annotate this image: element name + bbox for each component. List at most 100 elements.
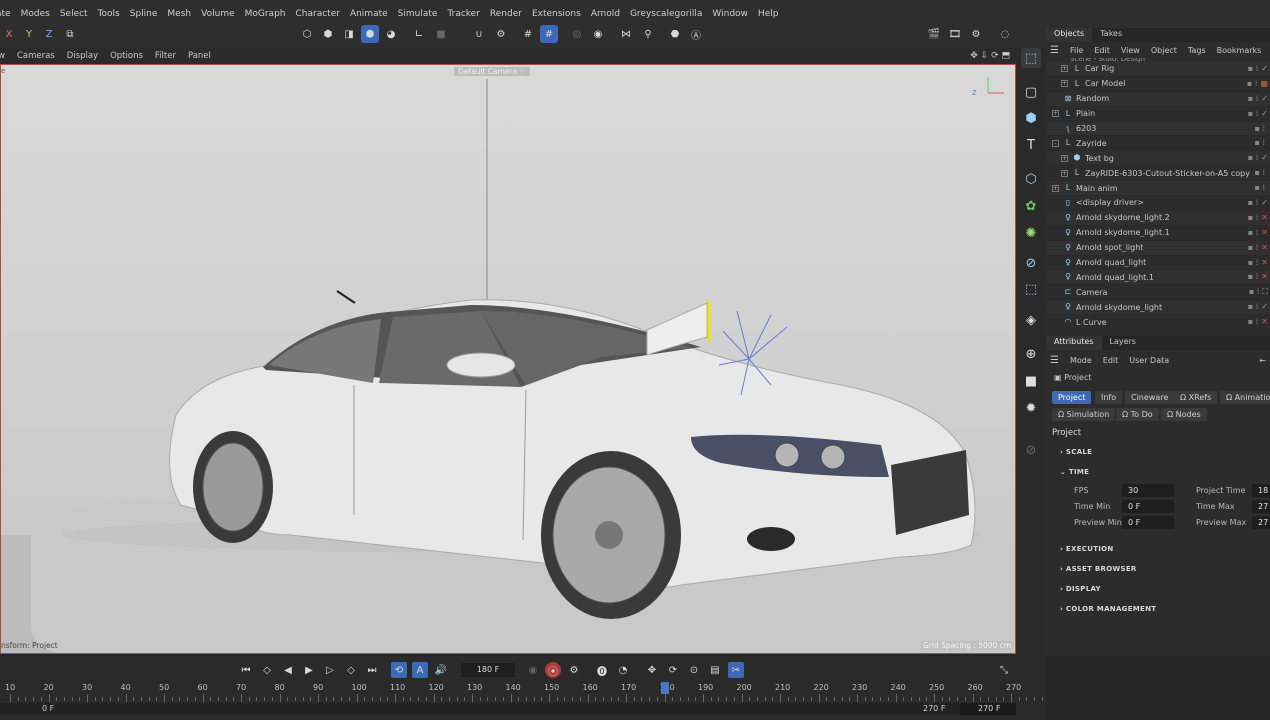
object-row[interactable]: + L ZayRIDE-6303-Cutout-Sticker-on-A5 copy… xyxy=(1046,166,1270,182)
section-execution[interactable]: › EXECUTION xyxy=(1060,545,1114,553)
cube-icon[interactable]: ⬢ xyxy=(1021,108,1041,128)
attr-btn-nodes[interactable]: Ω Nodes xyxy=(1161,408,1207,421)
object-row[interactable]: + L Car Model ▪ ⁞ ▦ xyxy=(1046,77,1270,92)
gear-snap-icon[interactable]: ⚙ xyxy=(492,25,510,43)
menu-window[interactable]: Window xyxy=(712,9,748,19)
prev-key-icon[interactable]: ◇ xyxy=(259,662,275,678)
record-disabled-icon[interactable]: ◉ xyxy=(525,662,541,678)
section-display[interactable]: › DISPLAY xyxy=(1060,585,1101,593)
field-icon[interactable]: ⬚ xyxy=(1021,279,1041,299)
visibility-dots-icon[interactable]: ▪ ⁞ xyxy=(1247,79,1258,88)
object-label[interactable]: Camera xyxy=(1076,288,1107,297)
render-settings-icon[interactable]: ⚙ xyxy=(967,25,985,43)
clapper-icon[interactable]: 🎬 xyxy=(925,25,943,43)
object-row[interactable]: ◠ L Curve ▪ ⁞ ✕ xyxy=(1046,315,1270,331)
object-row[interactable]: + L Main anim ▪ ⁞ xyxy=(1046,181,1270,197)
material-tag-icon[interactable]: ▦ xyxy=(1260,79,1268,88)
menu-mesh[interactable]: Mesh xyxy=(167,9,191,19)
effector-gear-icon[interactable]: ✺ xyxy=(1021,223,1041,243)
move-key-icon[interactable]: ✥ xyxy=(644,662,660,678)
range-end[interactable]: 270 F xyxy=(923,704,945,713)
pla-key-icon[interactable]: ✂ xyxy=(728,662,744,678)
visibility-dots-icon[interactable]: ▪ ⁞ xyxy=(1248,198,1259,207)
menu-animate[interactable]: Animate xyxy=(350,9,388,19)
visibility-dots-icon[interactable]: ▪ ⁞ xyxy=(1249,287,1260,297)
object-row[interactable]: ♀ Arnold skydome_light.1 ▪ ⁞ ✕ xyxy=(1046,226,1270,241)
viewport-menu-panel[interactable]: Panel xyxy=(188,51,211,61)
attr-hamburger-icon[interactable]: ☰ xyxy=(1050,355,1059,366)
expand-toggle[interactable] xyxy=(1052,229,1059,236)
objects-menu-file[interactable]: File xyxy=(1070,46,1083,55)
object-label[interactable]: Plain xyxy=(1076,109,1095,118)
object-label[interactable]: Arnold quad_light xyxy=(1076,258,1146,267)
next-frame-icon[interactable]: ▷ xyxy=(322,662,338,678)
null-object-icon[interactable]: ⬚ xyxy=(1021,48,1041,68)
enabled-check-icon[interactable]: ✓ xyxy=(1261,94,1268,103)
locked-axis-icon[interactable]: ■ xyxy=(432,25,450,43)
target-tag-icon[interactable]: ⛶ xyxy=(1262,287,1268,297)
object-row[interactable]: ⊏ Camera ▪ ⁞ ⛶ xyxy=(1046,285,1270,301)
visibility-dots-icon[interactable]: ▪ ⁞ xyxy=(1248,153,1259,162)
tab-attributes[interactable]: Attributes xyxy=(1046,336,1102,350)
workplane-icon[interactable]: ◎ xyxy=(568,25,586,43)
project-time-field[interactable]: 18 xyxy=(1252,484,1270,497)
rotate-key-icon[interactable]: ⟳ xyxy=(665,662,681,678)
current-frame-field[interactable]: 180 F xyxy=(461,663,515,677)
snap-grid-icon[interactable]: # xyxy=(540,25,558,43)
expand-toggle[interactable] xyxy=(1052,289,1059,296)
viewport-menu-display[interactable]: Display xyxy=(67,51,98,61)
preview-max-field[interactable]: 27 xyxy=(1252,516,1270,529)
deformer-icon[interactable]: ⊘ xyxy=(1021,253,1041,273)
disabled-x-icon[interactable]: ✕ xyxy=(1261,213,1268,222)
objects-menu-edit[interactable]: Edit xyxy=(1094,46,1110,55)
target-icon[interactable]: ◉ xyxy=(589,25,607,43)
expand-toggle[interactable]: - xyxy=(1052,139,1059,147)
expand-toggle[interactable] xyxy=(1052,125,1059,132)
subdivision-icon[interactable]: ⬡ xyxy=(1021,169,1041,189)
symmetry-icon[interactable]: ⋈ xyxy=(617,25,635,43)
disabled-x-icon[interactable]: ✕ xyxy=(1261,228,1268,237)
attr-menu-edit[interactable]: Edit xyxy=(1103,356,1119,365)
model-mode-icon[interactable]: ⬡ xyxy=(298,25,316,43)
sound-icon[interactable]: 🔊 xyxy=(433,662,449,678)
disabled-x-icon[interactable]: ✕ xyxy=(1261,272,1268,281)
attr-btn-xrefs[interactable]: Ω XRefs xyxy=(1174,391,1218,404)
menu-tracker[interactable]: Tracker xyxy=(447,9,479,19)
visibility-dots-icon[interactable]: ▪ ⁞ xyxy=(1248,64,1259,73)
max-frame-field[interactable]: 270 F xyxy=(960,703,1016,715)
timeline-expand-icon[interactable]: ⤡ xyxy=(996,662,1012,678)
object-row[interactable]: ʅ 6203 ▪ ⁞ xyxy=(1046,121,1270,137)
expand-toggle[interactable]: + xyxy=(1061,169,1068,177)
disabled-tool-icon[interactable]: ⊘ xyxy=(1021,440,1041,460)
visibility-dots-icon[interactable]: ▪ ⁞ xyxy=(1248,243,1259,252)
object-row[interactable]: + L Plain ▪ ⁞ ✓ xyxy=(1046,107,1270,122)
viewport-menu-filter[interactable]: Filter xyxy=(155,51,176,61)
object-label[interactable]: Arnold skydome_light xyxy=(1076,303,1162,312)
object-row[interactable]: ▯ <display driver> ▪ ⁞ ✓ xyxy=(1046,196,1270,211)
goto-end-icon[interactable]: ⏭ xyxy=(364,662,380,678)
viewport-menu-view[interactable]: w xyxy=(0,51,5,61)
playhead[interactable] xyxy=(661,682,669,694)
section-time[interactable]: ⌄ TIME xyxy=(1060,468,1089,476)
objects-menu-bookmarks[interactable]: Bookmarks xyxy=(1217,46,1262,55)
object-row[interactable]: - L Zayride ▪ ⁞ xyxy=(1046,136,1270,152)
3d-viewport[interactable]: Default Camera ⁘ e Z nsform: Project Gri… xyxy=(0,64,1016,654)
hamburger-icon[interactable]: ☰ xyxy=(1050,45,1059,56)
menu-render[interactable]: Render xyxy=(490,9,522,19)
object-label[interactable]: Arnold quad_light.1 xyxy=(1076,273,1154,282)
object-label[interactable]: Main anim xyxy=(1076,184,1118,193)
expand-toggle[interactable] xyxy=(1052,304,1059,311)
light-icon[interactable]: ✹ xyxy=(1021,398,1041,418)
object-mode-icon[interactable]: ⬢ xyxy=(361,25,379,43)
object-label[interactable]: ZayRIDE-6303-Cutout-Sticker-on-A5 copy xyxy=(1085,169,1250,178)
goto-start-icon[interactable]: ⏮ xyxy=(238,662,254,678)
menu-select[interactable]: Select xyxy=(60,9,88,19)
disabled-x-icon[interactable]: ✕ xyxy=(1261,317,1268,326)
menu-volume[interactable]: Volume xyxy=(201,9,234,19)
time-max-field[interactable]: 27 xyxy=(1252,500,1270,513)
object-label[interactable]: Random xyxy=(1076,94,1109,103)
object-row[interactable]: ♀ Arnold quad_light.1 ▪ ⁞ ✕ xyxy=(1046,270,1270,286)
attr-btn-simulation[interactable]: Ω Simulation xyxy=(1052,408,1116,421)
attr-btn-todo[interactable]: Ω To Do xyxy=(1116,408,1159,421)
menu-modes[interactable]: Modes xyxy=(21,9,50,19)
